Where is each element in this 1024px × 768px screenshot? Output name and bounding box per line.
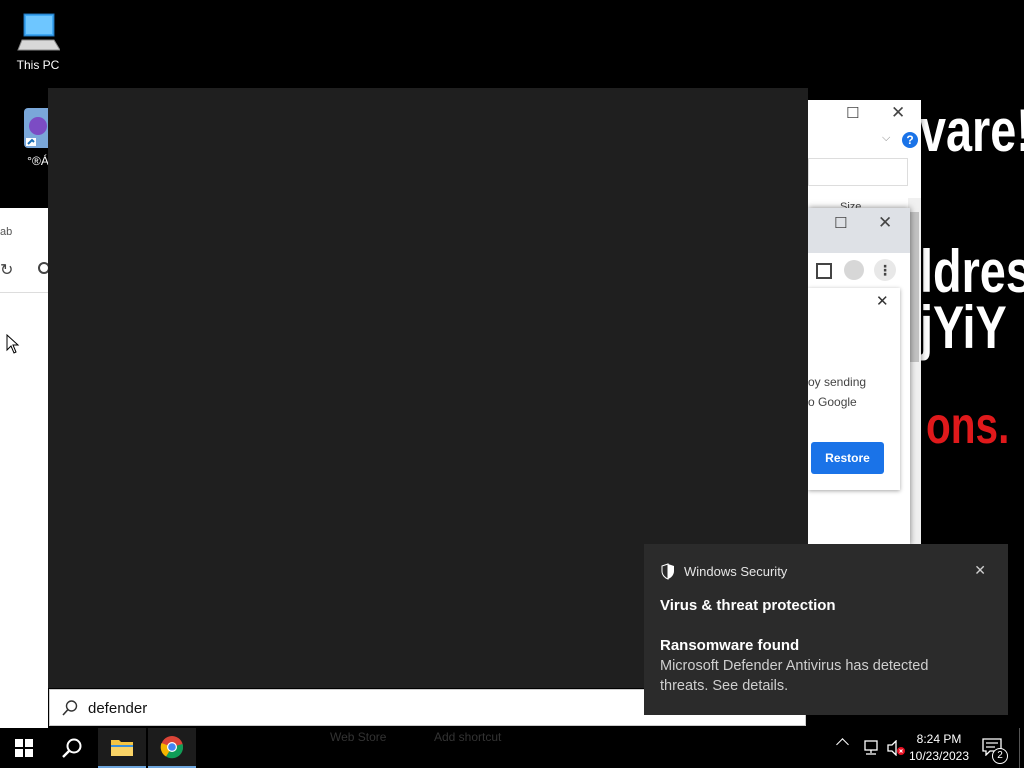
- windows-logo-icon: [15, 739, 33, 757]
- search-icon: [61, 699, 79, 722]
- taskbar-bookmark-text-2: Add shortcut: [434, 730, 502, 744]
- maximize-icon[interactable]: ☐: [834, 214, 847, 232]
- chevron-down-icon[interactable]: ⌵: [882, 132, 890, 145]
- address-bar[interactable]: [808, 158, 908, 186]
- desktop-icon-this-pc[interactable]: This PC: [6, 10, 70, 72]
- taskbar-bookmark-text-1: Web Store: [330, 730, 387, 744]
- dialog-text-line-1: oy sending: [808, 375, 867, 389]
- clock[interactable]: 8:24 PM 10/23/2023: [908, 731, 970, 765]
- toast-app-name: Windows Security: [684, 564, 788, 579]
- volume-muted-icon[interactable]: [886, 739, 906, 761]
- desktop-icon-label: This PC: [16, 58, 60, 72]
- chrome-button[interactable]: [148, 728, 196, 768]
- toast-body[interactable]: Microsoft Defender Antivirus has detecte…: [660, 656, 960, 696]
- wallpaper-text-line-1: vare!: [920, 97, 1024, 164]
- notification-count-badge: 2: [992, 748, 1008, 764]
- restore-button[interactable]: Restore: [811, 442, 884, 474]
- tab-title[interactable]: ab: [0, 226, 12, 238]
- profile-icon[interactable]: [844, 260, 864, 280]
- close-icon[interactable]: ✕: [891, 103, 905, 123]
- folder-icon: [111, 740, 133, 756]
- chrome-icon: [160, 736, 184, 759]
- computer-icon: [16, 10, 61, 54]
- wallpaper-text-line-3: jYiY: [920, 294, 1007, 361]
- file-explorer-button[interactable]: [98, 728, 146, 768]
- help-icon[interactable]: ?: [902, 132, 918, 148]
- chrome-window-right[interactable]: ☐ ✕ ⋮ ✕ oy sending o Google Restore: [808, 208, 910, 545]
- clock-time: 8:24 PM: [916, 732, 962, 746]
- desktop-icon-label: °®Á: [27, 154, 49, 168]
- search-icon: [62, 738, 82, 758]
- maximize-icon[interactable]: ☐: [846, 104, 859, 122]
- mouse-cursor-icon: [6, 333, 20, 359]
- toast-notification[interactable]: Windows Security ✕ Virus & threat protec…: [644, 544, 1008, 715]
- close-icon[interactable]: ✕: [974, 562, 986, 579]
- search-button[interactable]: [48, 728, 96, 768]
- toast-title: Virus & threat protection: [660, 597, 836, 614]
- start-button[interactable]: [0, 728, 48, 768]
- dialog-close-icon[interactable]: ✕: [876, 292, 889, 310]
- clock-date: 10/23/2023: [908, 749, 970, 763]
- close-icon[interactable]: ✕: [878, 213, 892, 233]
- network-icon[interactable]: [862, 740, 880, 761]
- side-panel-icon[interactable]: [816, 263, 832, 279]
- taskbar: Web Store Add shortcut 8:24 PM 10/23/202…: [0, 728, 1024, 768]
- chrome-window-left[interactable]: ab ↻: [0, 208, 50, 728]
- restore-dialog: ✕ oy sending o Google Restore: [808, 288, 900, 490]
- wallpaper-text-line-4: ons.: [926, 397, 1010, 455]
- search-query-text: defender: [88, 700, 148, 717]
- show-desktop-button[interactable]: [1019, 728, 1024, 768]
- shield-icon: [660, 563, 676, 585]
- chevron-up-icon[interactable]: [836, 738, 849, 751]
- toast-subtitle: Ransomware found: [660, 637, 800, 654]
- dialog-text-line-2: o Google: [808, 395, 857, 409]
- reload-icon[interactable]: ↻: [0, 260, 13, 280]
- menu-icon[interactable]: ⋮: [874, 259, 896, 281]
